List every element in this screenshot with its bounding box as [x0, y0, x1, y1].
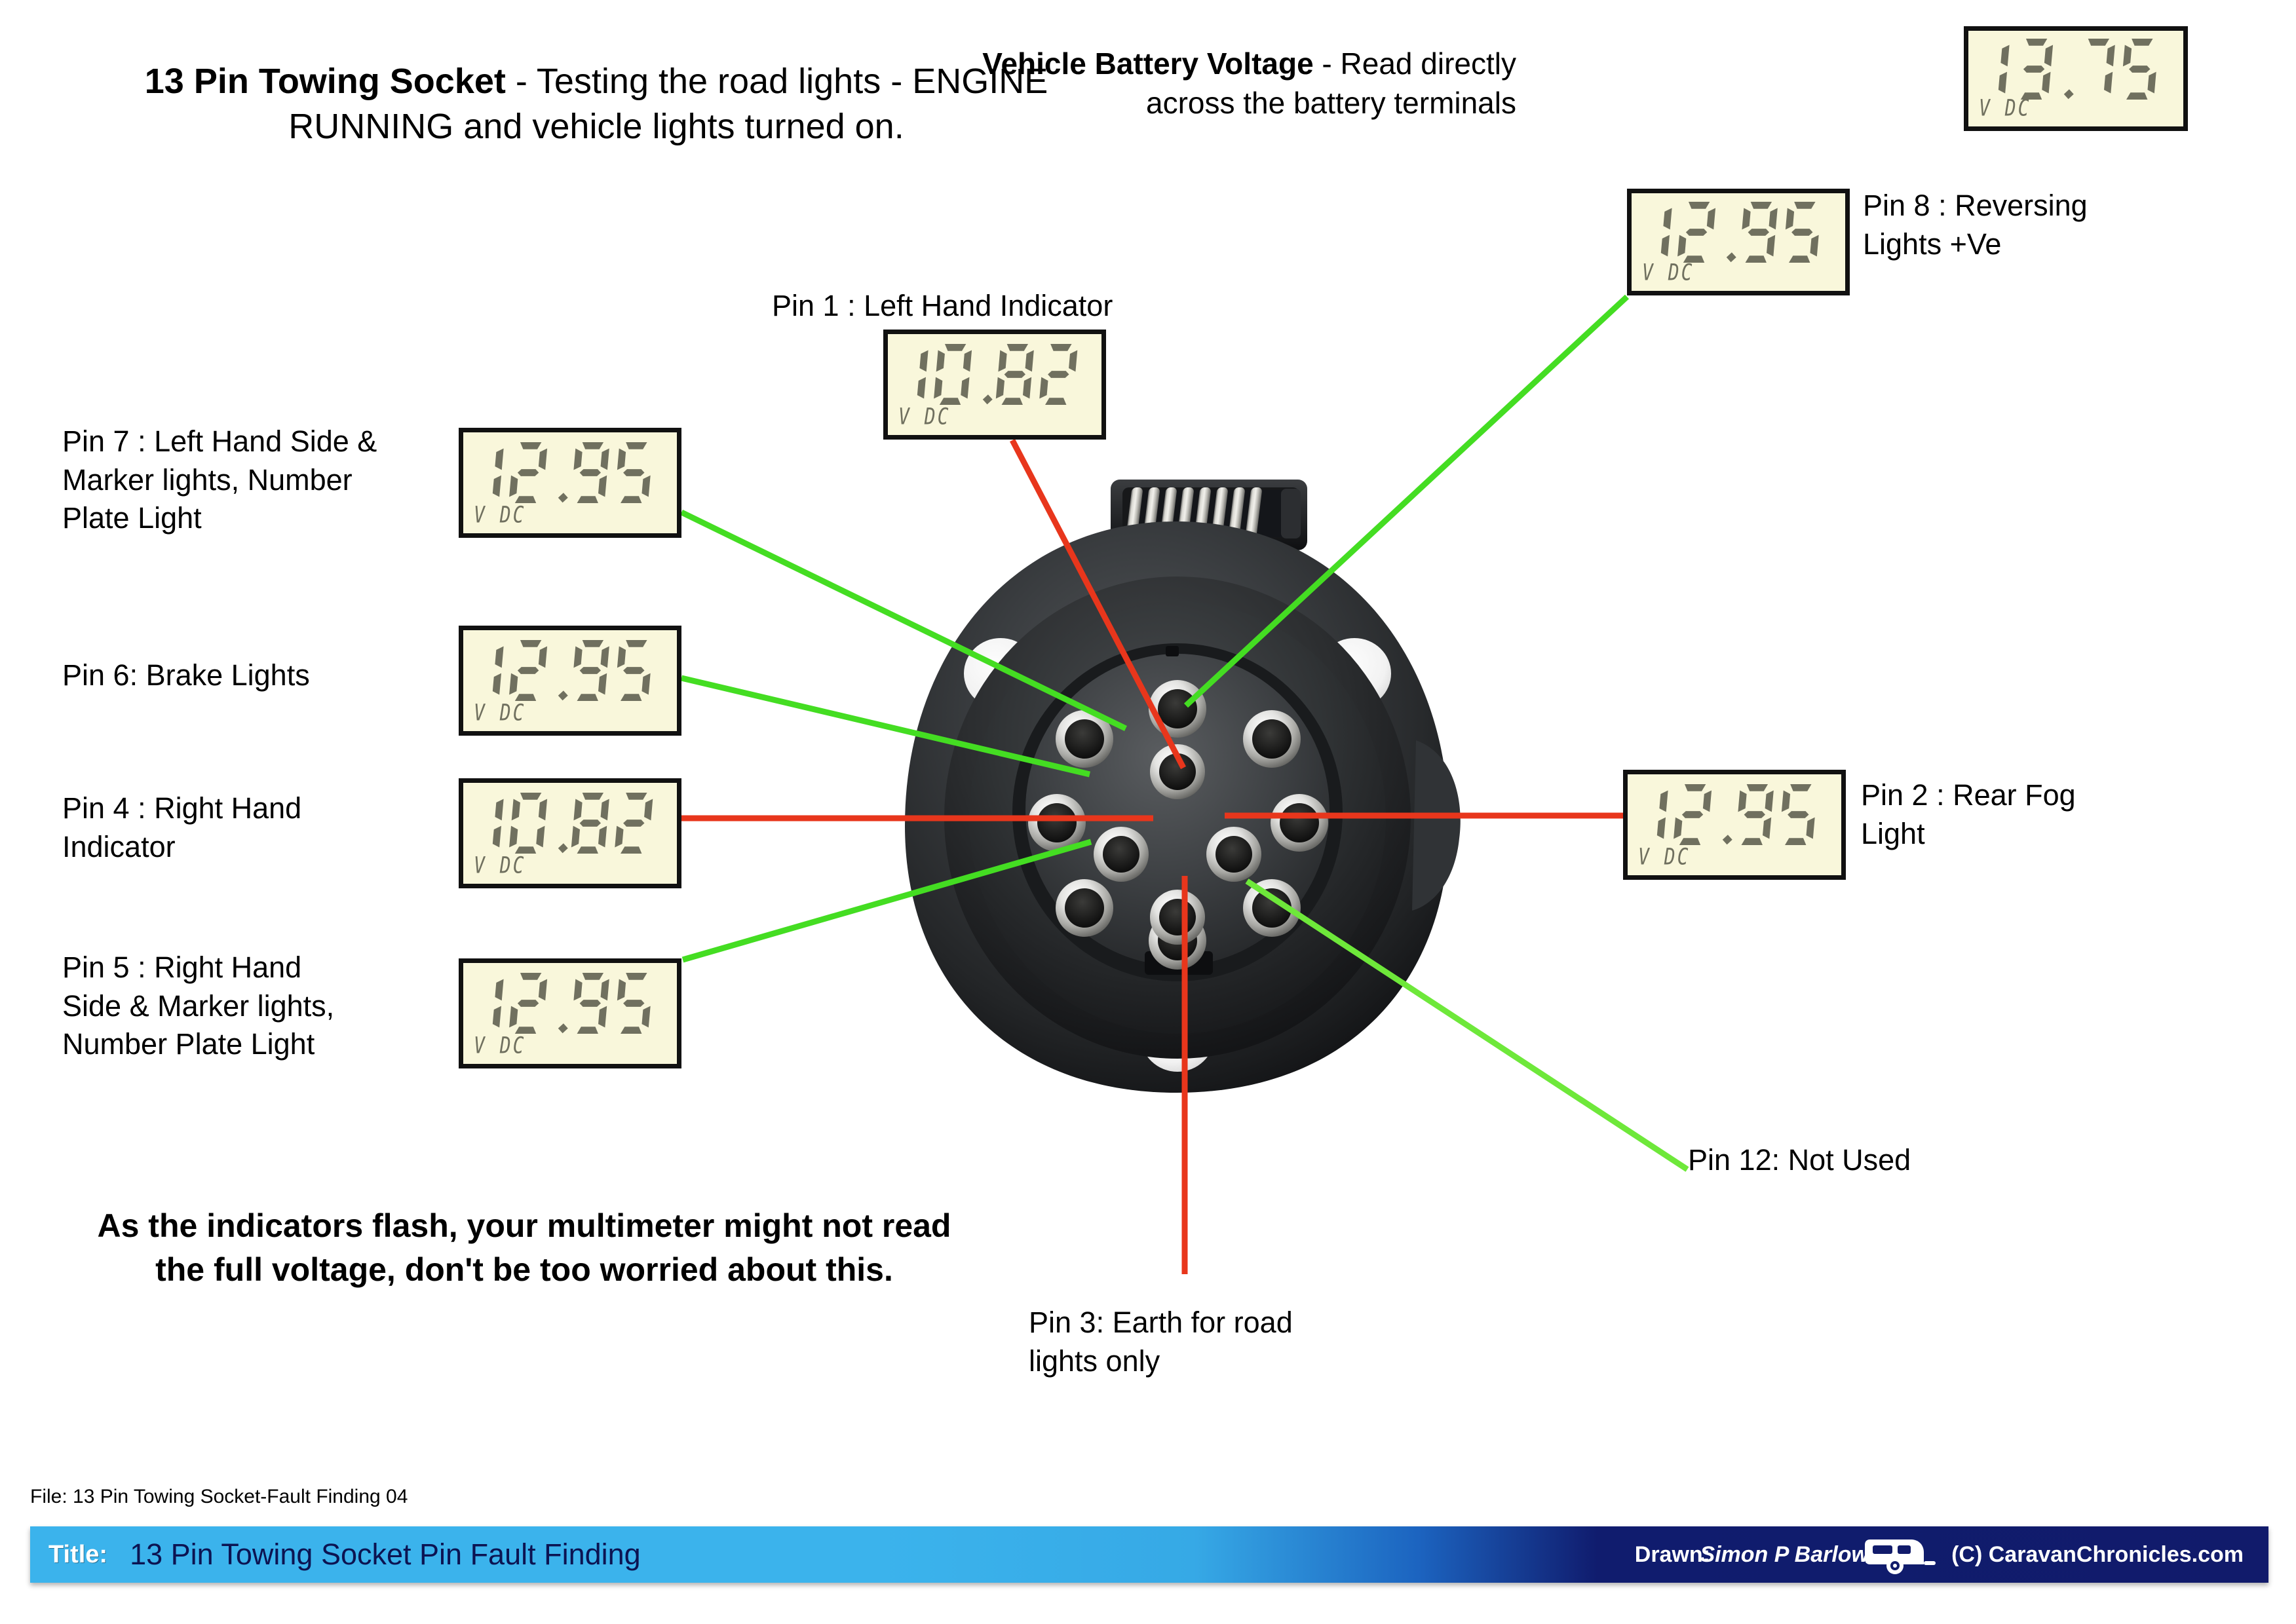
lcd-pin2: V DC: [1623, 770, 1846, 880]
pin-label-pin5: Pin 5 : Right Hand Side & Marker lights,…: [62, 951, 335, 1061]
battery-voltage-caption: Vehicle Battery Voltage - Read directly …: [940, 45, 1516, 123]
lcd-unit-label: V DC: [474, 1031, 526, 1059]
lcd-unit-label: V DC: [474, 851, 526, 878]
lcd-pin8: V DC: [1627, 189, 1850, 295]
drawn-by-key: Drawn:: [1634, 1541, 1710, 1567]
pin-label-pin7: Pin 7 : Left Hand Side & Marker lights, …: [62, 425, 377, 535]
lcd-digits: [463, 634, 670, 707]
caravan-icon: [1865, 1539, 1936, 1574]
lcd-pin5: V DC: [459, 958, 681, 1068]
lcd-digits: [463, 436, 670, 509]
lcd-digits: [1628, 778, 1835, 851]
pin-label-pin12: Pin 12: Not Used: [1688, 1143, 1911, 1177]
lcd-pin6: V DC: [459, 626, 681, 736]
lcd-pin1: V DC: [883, 330, 1106, 440]
lcd-unit-label: V DC: [1979, 94, 2031, 121]
pin-label-pin2: Pin 2 : Rear Fog Light: [1861, 778, 2076, 850]
pin-label-pin4: Pin 4 : Right Hand Indicator: [62, 791, 302, 863]
lcd-digits: [888, 338, 1095, 411]
file-name-line: File: 13 Pin Towing Socket-Fault Finding…: [30, 1486, 408, 1507]
lcd-digits: [1632, 197, 1839, 267]
lcd-digits: [463, 787, 670, 859]
lcd-unit-label: V DC: [898, 402, 951, 430]
pin-label-pin3: Pin 3: Earth for road lights only: [1029, 1306, 1293, 1378]
title-block-bar: Title: 13 Pin Towing Socket Pin Fault Fi…: [30, 1526, 2268, 1583]
title-block-value: 13 Pin Towing Socket Pin Fault Finding: [130, 1538, 641, 1571]
lcd-digits: [1968, 35, 2177, 104]
lcd-pin4: V DC: [459, 778, 681, 888]
lcd-digits: [463, 967, 670, 1040]
lcd-unit-label: V DC: [474, 500, 526, 528]
drawn-by-value: Simon P Barlow: [1700, 1541, 1869, 1567]
pin-label-pin6: Pin 6: Brake Lights: [62, 658, 310, 692]
pin-label-pin8: Pin 8 : Reversing Lights +Ve: [1863, 189, 2088, 261]
lcd-unit-label: V DC: [1642, 258, 1694, 286]
battery-caption-bold: Vehicle Battery Voltage: [982, 47, 1314, 81]
towing-socket-image: [905, 480, 1461, 1093]
lcd-unit-label: V DC: [474, 698, 526, 726]
copyright-text: (C) CaravanChronicles.com: [1951, 1541, 2244, 1567]
lcd-battery-voltage: V DC: [1964, 26, 2188, 131]
pin-label-pin1: Pin 1 : Left Hand Indicator: [772, 289, 1113, 322]
multimeter-note: As the indicators flash, your multimeter…: [97, 1207, 951, 1288]
page-title-bold: 13 Pin Towing Socket: [144, 62, 506, 101]
lcd-pin7: V DC: [459, 428, 681, 538]
lcd-unit-label: V DC: [1638, 842, 1691, 870]
title-block-key: Title:: [48, 1540, 108, 1568]
diagram-canvas: 13 Pin Towing Socket - Testing the road …: [0, 0, 2296, 1624]
